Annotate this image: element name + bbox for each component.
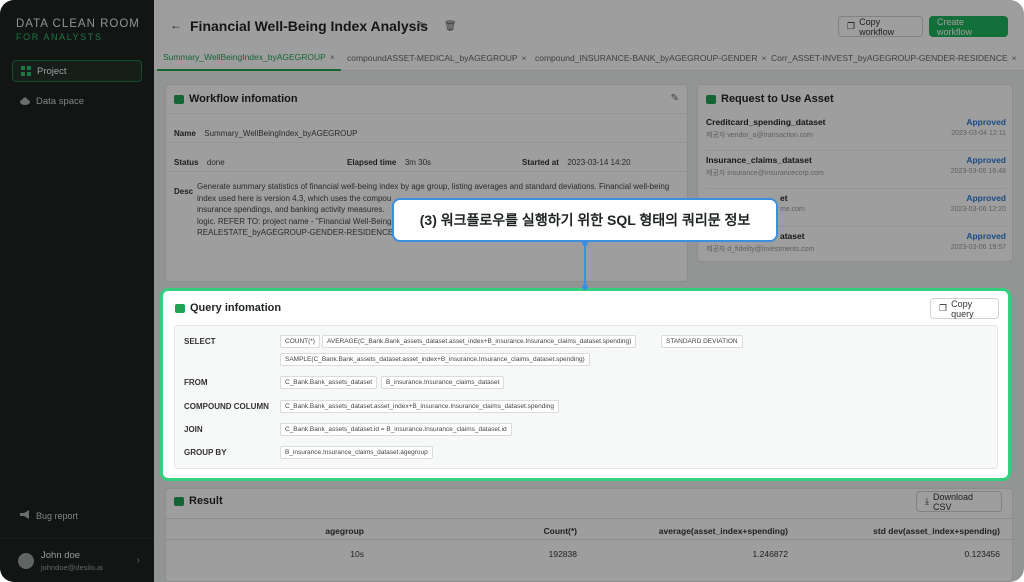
query-chip: STANDARD DEVIATION	[661, 335, 743, 348]
connector-dot	[582, 240, 588, 246]
query-box: SELECT COUNT(*) AVERAGE(C_Bank.Bank_asse…	[174, 325, 998, 469]
query-chip: C_Bank.Bank_assets_dataset.asset_index+B…	[280, 400, 560, 413]
connector-dot	[582, 284, 588, 290]
query-chip: SAMPLE(C_Bank.Bank_assets_dataset.asset_…	[280, 353, 590, 366]
app-window: DATA CLEAN ROOM FOR ANALYSTS Project Dat…	[0, 0, 1024, 582]
from-label: FROM	[184, 378, 208, 387]
copy-query-label: Copy query	[951, 298, 974, 319]
query-heading: Query infomation	[190, 302, 282, 314]
join-label: JOIN	[184, 425, 203, 434]
query-chip: B_insurance.Insurance_claims_dataset	[381, 376, 505, 389]
group-by-label: GROUP BY	[184, 448, 227, 457]
query-chip: C_Bank.Bank_assets_dataset.id = B_insura…	[280, 423, 512, 436]
query-info-card: Query infomation ❐ Copy query SELECT COU…	[160, 288, 1011, 481]
callout-connector	[584, 242, 586, 288]
query-chip: AVERAGE(C_Bank.Bank_assets_dataset.asset…	[322, 335, 637, 348]
copy-icon: ❐	[939, 303, 948, 313]
annotation-callout: (3) 워크플로우를 실행하기 위한 SQL 형태의 쿼리문 정보	[392, 198, 778, 242]
folder-icon	[175, 303, 185, 313]
query-chip: B_insurance.Insurance_claims_dataset.age…	[280, 446, 433, 459]
select-label: SELECT	[184, 337, 216, 346]
query-chip: C_Bank.Bank_assets_dataset	[280, 376, 378, 389]
query-chip: COUNT(*)	[280, 335, 320, 348]
compound-column-label: COMPOUND COLUMN	[184, 402, 269, 411]
query-title: Query infomation	[175, 302, 281, 314]
copy-query-button[interactable]: ❐ Copy query	[930, 298, 999, 319]
